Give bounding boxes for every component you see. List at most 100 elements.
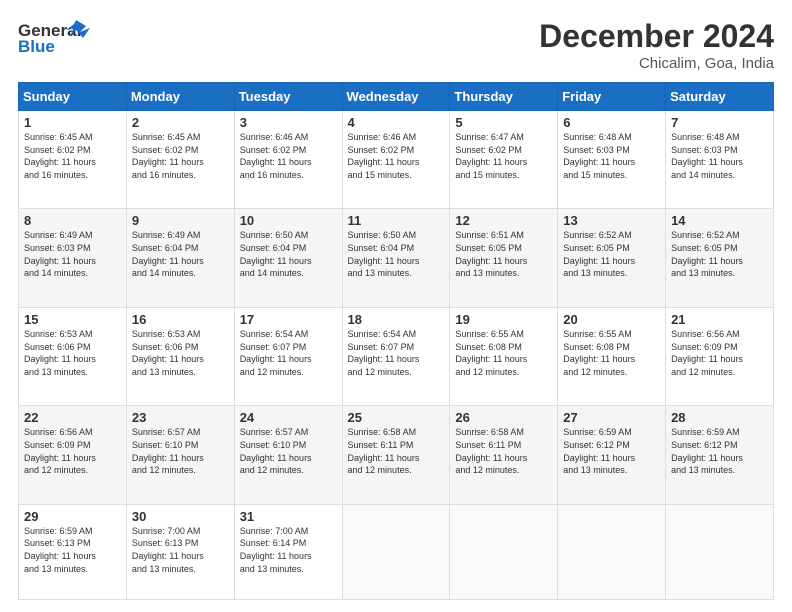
day-info: Sunrise: 6:45 AM Sunset: 6:02 PM Dayligh…	[24, 131, 121, 181]
col-monday: Monday	[126, 83, 234, 111]
calendar-cell: 1Sunrise: 6:45 AM Sunset: 6:02 PM Daylig…	[19, 111, 127, 209]
day-number: 4	[348, 115, 445, 130]
week-row-3: 15Sunrise: 6:53 AM Sunset: 6:06 PM Dayli…	[19, 307, 774, 405]
calendar-cell	[450, 504, 558, 599]
calendar-cell: 30Sunrise: 7:00 AM Sunset: 6:13 PM Dayli…	[126, 504, 234, 599]
calendar-cell: 14Sunrise: 6:52 AM Sunset: 6:05 PM Dayli…	[666, 209, 774, 307]
day-info: Sunrise: 6:54 AM Sunset: 6:07 PM Dayligh…	[348, 328, 445, 378]
day-info: Sunrise: 6:58 AM Sunset: 6:11 PM Dayligh…	[455, 426, 552, 476]
location: Chicalim, Goa, India	[539, 55, 774, 72]
day-info: Sunrise: 6:50 AM Sunset: 6:04 PM Dayligh…	[348, 229, 445, 279]
day-info: Sunrise: 6:52 AM Sunset: 6:05 PM Dayligh…	[671, 229, 768, 279]
day-info: Sunrise: 6:56 AM Sunset: 6:09 PM Dayligh…	[24, 426, 121, 476]
day-number: 14	[671, 213, 768, 228]
col-saturday: Saturday	[666, 83, 774, 111]
calendar-cell: 5Sunrise: 6:47 AM Sunset: 6:02 PM Daylig…	[450, 111, 558, 209]
day-number: 16	[132, 312, 229, 327]
week-row-1: 1Sunrise: 6:45 AM Sunset: 6:02 PM Daylig…	[19, 111, 774, 209]
day-info: Sunrise: 6:59 AM Sunset: 6:12 PM Dayligh…	[671, 426, 768, 476]
svg-text:Blue: Blue	[18, 37, 55, 56]
day-number: 20	[563, 312, 660, 327]
week-row-5: 29Sunrise: 6:59 AM Sunset: 6:13 PM Dayli…	[19, 504, 774, 599]
col-sunday: Sunday	[19, 83, 127, 111]
day-info: Sunrise: 7:00 AM Sunset: 6:14 PM Dayligh…	[240, 525, 337, 575]
day-info: Sunrise: 6:52 AM Sunset: 6:05 PM Dayligh…	[563, 229, 660, 279]
day-info: Sunrise: 6:53 AM Sunset: 6:06 PM Dayligh…	[24, 328, 121, 378]
calendar-cell: 6Sunrise: 6:48 AM Sunset: 6:03 PM Daylig…	[558, 111, 666, 209]
day-number: 23	[132, 410, 229, 425]
day-number: 7	[671, 115, 768, 130]
day-number: 26	[455, 410, 552, 425]
calendar-cell: 15Sunrise: 6:53 AM Sunset: 6:06 PM Dayli…	[19, 307, 127, 405]
col-wednesday: Wednesday	[342, 83, 450, 111]
day-number: 29	[24, 509, 121, 524]
day-number: 2	[132, 115, 229, 130]
day-number: 15	[24, 312, 121, 327]
day-number: 8	[24, 213, 121, 228]
day-info: Sunrise: 6:46 AM Sunset: 6:02 PM Dayligh…	[240, 131, 337, 181]
calendar-cell: 25Sunrise: 6:58 AM Sunset: 6:11 PM Dayli…	[342, 406, 450, 504]
day-info: Sunrise: 6:48 AM Sunset: 6:03 PM Dayligh…	[563, 131, 660, 181]
day-number: 24	[240, 410, 337, 425]
day-info: Sunrise: 6:58 AM Sunset: 6:11 PM Dayligh…	[348, 426, 445, 476]
day-info: Sunrise: 6:45 AM Sunset: 6:02 PM Dayligh…	[132, 131, 229, 181]
day-info: Sunrise: 6:57 AM Sunset: 6:10 PM Dayligh…	[132, 426, 229, 476]
calendar-cell: 28Sunrise: 6:59 AM Sunset: 6:12 PM Dayli…	[666, 406, 774, 504]
calendar-cell: 3Sunrise: 6:46 AM Sunset: 6:02 PM Daylig…	[234, 111, 342, 209]
calendar-cell: 29Sunrise: 6:59 AM Sunset: 6:13 PM Dayli…	[19, 504, 127, 599]
day-number: 30	[132, 509, 229, 524]
calendar-cell: 19Sunrise: 6:55 AM Sunset: 6:08 PM Dayli…	[450, 307, 558, 405]
logo: GeneralBlue	[18, 18, 98, 58]
month-title: December 2024	[539, 18, 774, 55]
calendar-cell: 2Sunrise: 6:45 AM Sunset: 6:02 PM Daylig…	[126, 111, 234, 209]
calendar-cell: 12Sunrise: 6:51 AM Sunset: 6:05 PM Dayli…	[450, 209, 558, 307]
calendar-cell: 22Sunrise: 6:56 AM Sunset: 6:09 PM Dayli…	[19, 406, 127, 504]
calendar-cell: 4Sunrise: 6:46 AM Sunset: 6:02 PM Daylig…	[342, 111, 450, 209]
day-number: 27	[563, 410, 660, 425]
col-friday: Friday	[558, 83, 666, 111]
day-number: 6	[563, 115, 660, 130]
calendar-cell: 24Sunrise: 6:57 AM Sunset: 6:10 PM Dayli…	[234, 406, 342, 504]
day-number: 25	[348, 410, 445, 425]
day-number: 12	[455, 213, 552, 228]
day-number: 22	[24, 410, 121, 425]
calendar-cell: 27Sunrise: 6:59 AM Sunset: 6:12 PM Dayli…	[558, 406, 666, 504]
day-info: Sunrise: 6:49 AM Sunset: 6:04 PM Dayligh…	[132, 229, 229, 279]
day-number: 9	[132, 213, 229, 228]
calendar: Sunday Monday Tuesday Wednesday Thursday…	[18, 82, 774, 600]
calendar-cell: 11Sunrise: 6:50 AM Sunset: 6:04 PM Dayli…	[342, 209, 450, 307]
calendar-cell: 13Sunrise: 6:52 AM Sunset: 6:05 PM Dayli…	[558, 209, 666, 307]
week-row-2: 8Sunrise: 6:49 AM Sunset: 6:03 PM Daylig…	[19, 209, 774, 307]
day-info: Sunrise: 6:54 AM Sunset: 6:07 PM Dayligh…	[240, 328, 337, 378]
day-info: Sunrise: 6:47 AM Sunset: 6:02 PM Dayligh…	[455, 131, 552, 181]
logo-svg: GeneralBlue	[18, 18, 98, 58]
calendar-cell: 26Sunrise: 6:58 AM Sunset: 6:11 PM Dayli…	[450, 406, 558, 504]
day-info: Sunrise: 6:55 AM Sunset: 6:08 PM Dayligh…	[563, 328, 660, 378]
day-info: Sunrise: 6:46 AM Sunset: 6:02 PM Dayligh…	[348, 131, 445, 181]
calendar-cell: 9Sunrise: 6:49 AM Sunset: 6:04 PM Daylig…	[126, 209, 234, 307]
day-info: Sunrise: 6:48 AM Sunset: 6:03 PM Dayligh…	[671, 131, 768, 181]
day-info: Sunrise: 7:00 AM Sunset: 6:13 PM Dayligh…	[132, 525, 229, 575]
day-number: 18	[348, 312, 445, 327]
week-row-4: 22Sunrise: 6:56 AM Sunset: 6:09 PM Dayli…	[19, 406, 774, 504]
calendar-cell: 17Sunrise: 6:54 AM Sunset: 6:07 PM Dayli…	[234, 307, 342, 405]
page: GeneralBlue December 2024 Chicalim, Goa,…	[0, 0, 792, 612]
calendar-cell: 7Sunrise: 6:48 AM Sunset: 6:03 PM Daylig…	[666, 111, 774, 209]
day-number: 28	[671, 410, 768, 425]
calendar-cell: 23Sunrise: 6:57 AM Sunset: 6:10 PM Dayli…	[126, 406, 234, 504]
title-block: December 2024 Chicalim, Goa, India	[539, 18, 774, 72]
day-number: 5	[455, 115, 552, 130]
calendar-cell: 20Sunrise: 6:55 AM Sunset: 6:08 PM Dayli…	[558, 307, 666, 405]
day-info: Sunrise: 6:53 AM Sunset: 6:06 PM Dayligh…	[132, 328, 229, 378]
calendar-cell: 10Sunrise: 6:50 AM Sunset: 6:04 PM Dayli…	[234, 209, 342, 307]
calendar-cell: 16Sunrise: 6:53 AM Sunset: 6:06 PM Dayli…	[126, 307, 234, 405]
day-info: Sunrise: 6:51 AM Sunset: 6:05 PM Dayligh…	[455, 229, 552, 279]
calendar-cell: 18Sunrise: 6:54 AM Sunset: 6:07 PM Dayli…	[342, 307, 450, 405]
day-number: 11	[348, 213, 445, 228]
day-number: 17	[240, 312, 337, 327]
calendar-cell	[342, 504, 450, 599]
day-info: Sunrise: 6:56 AM Sunset: 6:09 PM Dayligh…	[671, 328, 768, 378]
col-thursday: Thursday	[450, 83, 558, 111]
day-info: Sunrise: 6:59 AM Sunset: 6:12 PM Dayligh…	[563, 426, 660, 476]
calendar-cell: 21Sunrise: 6:56 AM Sunset: 6:09 PM Dayli…	[666, 307, 774, 405]
